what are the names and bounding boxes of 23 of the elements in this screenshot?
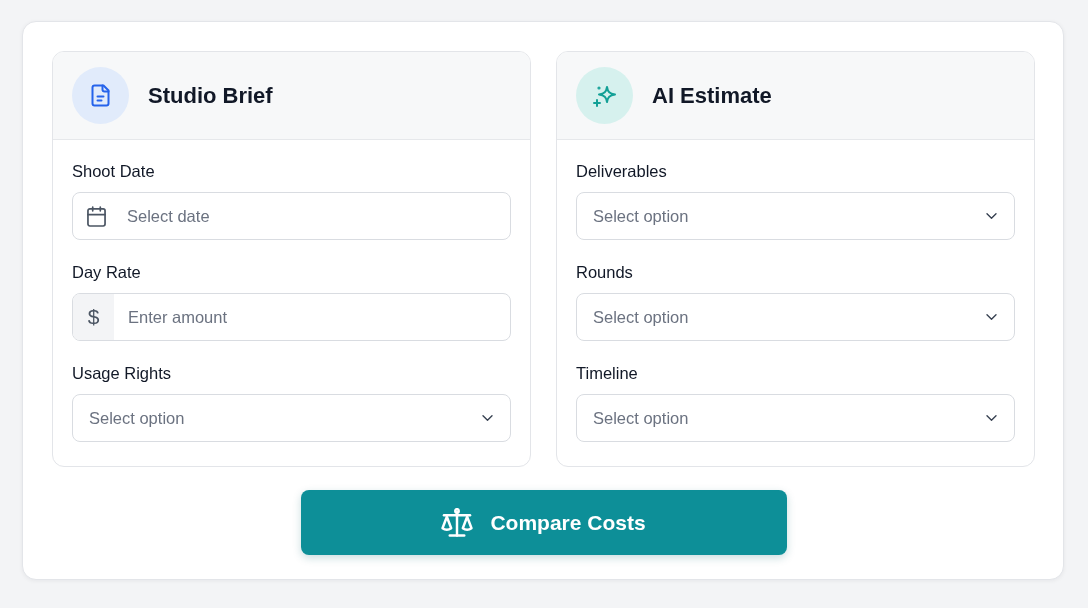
field-label: Day Rate <box>72 262 142 282</box>
currency-prefix: $ <box>73 294 114 340</box>
scale-icon <box>441 508 474 537</box>
chevron-down-icon <box>986 415 997 421</box>
field-label: Usage Rights <box>72 363 173 383</box>
field-label: Deliverables <box>576 161 668 181</box>
select-field[interactable]: Select option <box>576 394 1015 442</box>
field-label: Rounds <box>576 262 634 282</box>
select-field[interactable]: Select option <box>576 293 1015 341</box>
chevron-down-icon <box>986 314 997 320</box>
chevron-down-icon <box>986 213 997 219</box>
select-field[interactable]: Select option <box>72 394 511 442</box>
field-label: Timeline <box>576 363 639 383</box>
document-icon <box>72 67 129 124</box>
date-field[interactable]: Select date <box>72 192 511 240</box>
select-field[interactable]: Select option <box>576 192 1015 240</box>
sparkle-icon <box>576 67 633 124</box>
field-label: Shoot Date <box>72 161 156 181</box>
panel-title: Studio Brief <box>148 82 273 109</box>
compare-button[interactable]: Compare Costs <box>300 490 787 555</box>
panel-title: AI Estimate <box>652 82 772 109</box>
chevron-down-icon <box>482 415 493 421</box>
calendar-icon <box>87 206 106 227</box>
